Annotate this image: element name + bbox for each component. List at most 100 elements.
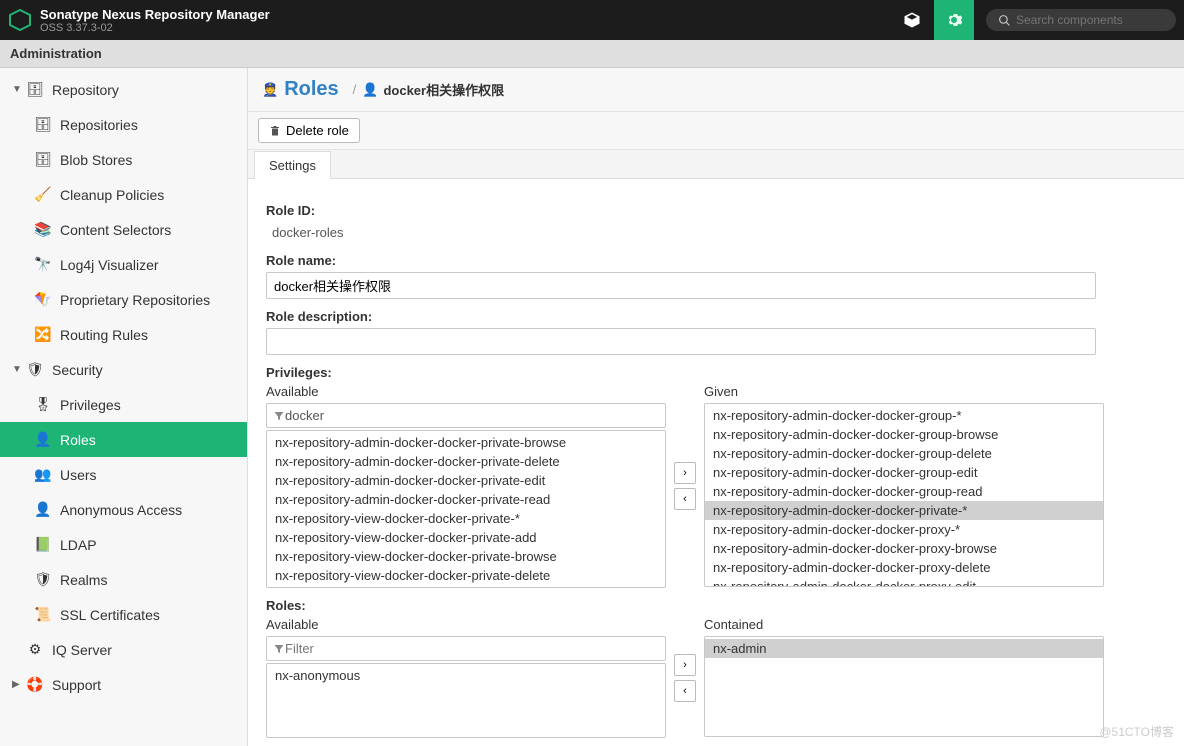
list-item[interactable]: nx-admin [705, 639, 1103, 658]
priv-given-list[interactable]: nx-repository-admin-docker-docker-group-… [704, 403, 1104, 587]
sidebar-item-iq-server[interactable]: ⚙IQ Server [0, 632, 247, 667]
sidebar-item-proprietary-repositories[interactable]: 🪁Proprietary Repositories [0, 282, 247, 317]
gear-icon[interactable] [934, 0, 974, 40]
nav-label: Anonymous Access [60, 502, 182, 518]
sidebar-item-repositories[interactable]: 🗄 Repositories [0, 107, 247, 142]
shield-out-icon: 🛡 [34, 571, 52, 588]
list-item[interactable]: nx-repository-admin-docker-docker-group-… [705, 463, 1103, 482]
nav-label: SSL Certificates [60, 607, 160, 623]
list-item[interactable]: nx-repository-admin-docker-docker-proxy-… [705, 520, 1103, 539]
search-box[interactable] [986, 9, 1176, 31]
given-label: Given [704, 384, 1104, 399]
breadcrumb-title[interactable]: Roles [284, 78, 338, 101]
list-item[interactable]: nx-repository-admin-docker-docker-privat… [267, 433, 665, 452]
list-item[interactable]: nx-repository-admin-docker-docker-group-… [705, 425, 1103, 444]
sidebar-item-roles[interactable]: 👤Roles [0, 422, 247, 457]
database-icon: 🗄 [26, 81, 44, 98]
list-item[interactable]: nx-repository-view-docker-docker-private… [267, 509, 665, 528]
role-small-icon: 👤 [362, 82, 378, 98]
database-icon: 🗄 [34, 116, 52, 133]
list-item[interactable]: nx-repository-admin-docker-docker-proxy-… [705, 539, 1103, 558]
list-item[interactable]: nx-repository-admin-docker-docker-privat… [267, 471, 665, 490]
move-left-button[interactable]: ‹ [674, 488, 696, 510]
roles-available-list[interactable]: nx-anonymous [266, 663, 666, 738]
move-right-button[interactable]: › [674, 462, 696, 484]
roles-move-buttons: › ‹ [666, 652, 704, 704]
list-item[interactable]: nx-repository-admin-docker-docker-privat… [267, 452, 665, 471]
caret-icon: ▼ [12, 84, 22, 95]
list-item[interactable]: nx-repository-admin-docker-docker-group-… [705, 482, 1103, 501]
roles-available-label: Available [266, 617, 666, 632]
watermark: @51CTO博客 [1099, 723, 1174, 740]
nav-label: Roles [60, 432, 96, 448]
list-item[interactable]: nx-anonymous [267, 666, 665, 685]
nav-label: Cleanup Policies [60, 187, 164, 203]
roles-filter[interactable] [266, 636, 666, 661]
toolbar: Delete role [248, 112, 1184, 150]
sidebar-item-realms[interactable]: 🛡 Realms [0, 562, 247, 597]
server-icon: 🗄 [34, 151, 52, 168]
list-item[interactable]: nx-repository-admin-docker-docker-proxy-… [705, 558, 1103, 577]
sidebar-item-cleanup-policies[interactable]: 🧹 Cleanup Policies [0, 177, 247, 212]
trash-icon [269, 125, 281, 137]
book-icon: 📗 [34, 536, 52, 553]
available-label: Available [266, 384, 666, 399]
kite-icon: 🪁 [34, 291, 52, 308]
sidebar-item-blob-stores[interactable]: 🗄 Blob Stores [0, 142, 247, 177]
cube-icon[interactable] [892, 0, 932, 40]
nav-label: Content Selectors [60, 222, 171, 238]
list-item[interactable]: nx-repository-admin-docker-docker-group-… [705, 444, 1103, 463]
sidebar-item-support[interactable]: ▶🛟Support [0, 667, 247, 702]
tab-strip: Settings [248, 150, 1184, 179]
list-item[interactable]: nx-repository-admin-docker-docker-privat… [267, 490, 665, 509]
priv-available-list[interactable]: nx-repository-admin-docker-docker-privat… [266, 430, 666, 588]
caret-icon: ▼ [12, 364, 22, 375]
caret-icon: ▶ [12, 679, 22, 690]
user-icon: 👤 [34, 501, 52, 518]
layers-icon: 📚 [34, 221, 52, 238]
list-item[interactable]: nx-repository-view-docker-docker-private… [267, 528, 665, 547]
broom-icon: 🧹 [34, 186, 52, 203]
list-item[interactable]: nx-repository-admin-docker-docker-proxy-… [705, 577, 1103, 587]
sidebar-item-privileges[interactable]: 🎖Privileges [0, 387, 247, 422]
filter-icon [273, 643, 285, 655]
role-id-value: docker-roles [266, 222, 1166, 243]
list-item[interactable]: nx-repository-view-docker-docker-private… [267, 547, 665, 566]
tab-settings[interactable]: Settings [254, 151, 331, 179]
delete-role-button[interactable]: Delete role [258, 118, 360, 143]
list-item[interactable]: nx-repository-admin-docker-docker-privat… [705, 501, 1103, 520]
role-desc-input[interactable] [266, 328, 1096, 355]
admin-bar: Administration [0, 40, 1184, 68]
role-name-input[interactable] [266, 272, 1096, 299]
priv-filter[interactable] [266, 403, 666, 428]
sidebar: ▼🗄Repository🗄Repositories🗄Blob Stores🧹Cl… [0, 68, 248, 746]
search-input[interactable] [1016, 13, 1164, 27]
breadcrumb-sub: docker相关操作权限 [383, 80, 504, 99]
move-left-button[interactable]: ‹ [674, 680, 696, 702]
sidebar-item-users[interactable]: 👥Users [0, 457, 247, 492]
nav-label: Blob Stores [60, 152, 132, 168]
sidebar-item-ssl-certificates[interactable]: 📜 SSL Certificates [0, 597, 247, 632]
sidebar-item-anonymous-access[interactable]: 👤 Anonymous Access [0, 492, 247, 527]
sidebar-item-repository[interactable]: ▼🗄Repository [0, 72, 247, 107]
roles-label: Roles: [266, 598, 1166, 613]
move-right-button[interactable]: › [674, 654, 696, 676]
cert-icon: 📜 [34, 606, 52, 623]
sidebar-item-content-selectors[interactable]: 📚 Content Selectors [0, 212, 247, 247]
list-item[interactable]: nx-repository-view-docker-docker-private… [267, 566, 665, 585]
sidebar-item-security[interactable]: ▼🛡Security [0, 352, 247, 387]
nav-label: IQ Server [52, 642, 112, 658]
nav-label: Repositories [60, 117, 138, 133]
sidebar-item-routing-rules[interactable]: 🔀Routing Rules [0, 317, 247, 352]
shield-icon: 🛡 [26, 361, 44, 378]
nav-label: Realms [60, 572, 107, 588]
priv-filter-input[interactable] [285, 408, 659, 423]
roles-contained-list[interactable]: nx-admin [704, 636, 1104, 737]
list-item[interactable]: nx-repository-admin-docker-docker-group-… [705, 406, 1103, 425]
sidebar-item-log4j-visualizer[interactable]: 🔭Log4j Visualizer [0, 247, 247, 282]
roles-filter-input[interactable] [285, 641, 659, 656]
sidebar-item-ldap[interactable]: 📗LDAP [0, 527, 247, 562]
nav-label: Routing Rules [60, 327, 148, 343]
nav-label: Support [52, 677, 101, 693]
content: 👮 Roles / 👤 docker相关操作权限 Delete role Set… [248, 68, 1184, 746]
